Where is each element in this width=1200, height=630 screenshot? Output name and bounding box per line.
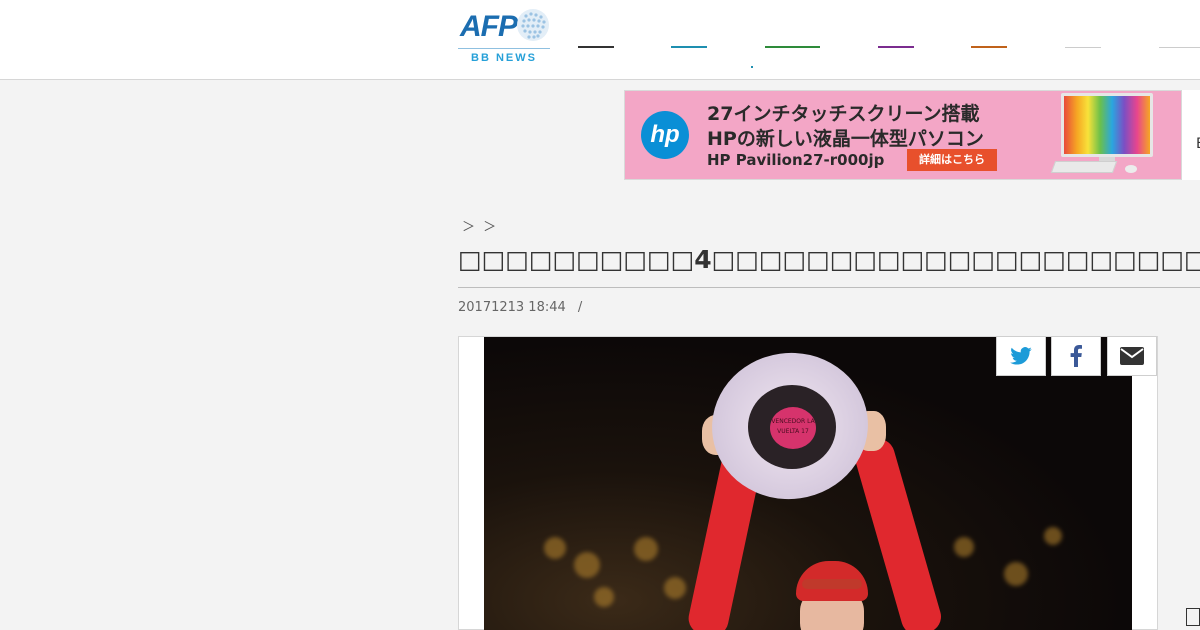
article-date: 20171213 18:44 [458,300,566,315]
nav-item-3-underline [765,46,820,48]
nav-item-2-underline [671,46,707,48]
article-photo[interactable]: VENCEDOR LA VUELTA 17 [484,337,1132,630]
facebook-icon [1070,345,1082,367]
keyboard-image [1050,161,1118,173]
logo-bbnews-text: BB NEWS [471,52,537,64]
monitor-image [1061,93,1153,157]
nav-item-5-underline [971,46,1007,48]
nav-item-4-underline [878,46,914,48]
mouse-image [1125,165,1137,173]
rider-sunglasses [802,579,862,589]
site-header: AFP BB NEWS [0,0,1200,80]
meta-separator: / [577,300,583,315]
nav-item-1[interactable] [578,30,614,60]
nav-item-7-underline [1159,47,1200,48]
missing-glyph-box [1186,608,1200,626]
ad-model: HP Pavilion27-r000jp [707,151,885,169]
logo-divider [458,48,550,49]
bokeh-light [954,537,974,557]
nav-item-4[interactable] [878,30,914,60]
ad-headline-2: HPの新しい液晶一体型パソコン [707,128,984,150]
site-logo[interactable]: AFP BB NEWS [458,8,552,66]
bokeh-light [1044,527,1062,545]
share-mail-button[interactable] [1107,336,1157,376]
ad-side-text: E [1196,136,1200,152]
bokeh-light [1004,562,1028,586]
trophy-label: VENCEDOR LA VUELTA 17 [770,407,816,449]
share-facebook-button[interactable] [1051,336,1101,376]
nav-indicator-dot [751,66,753,68]
breadcrumb[interactable]: ＞ ＞ [462,216,498,235]
ad-headline-1: 27インチタッチスクリーン搭載 [707,103,980,125]
mail-icon [1120,347,1144,365]
logo-afp-text: AFP [460,10,518,43]
bokeh-light [594,587,614,607]
bokeh-light [544,537,566,559]
ad-side-panel: E [1182,90,1200,180]
nav-item-7[interactable] [1159,30,1200,60]
ad-banner[interactable]: hp 27インチタッチスクリーン搭載 HPの新しい液晶一体型パソコン HP Pa… [624,90,1182,180]
article-meta: 20171213 18:44 / [458,300,582,315]
nav-item-1-underline [578,46,614,48]
bokeh-light [574,552,600,578]
article-title: □□□□□□□□□□4□□□□□□□□□□□□□□□□□□□□□□□ [458,242,1200,288]
globe-icon [517,9,549,41]
rider-right-arm [851,435,945,630]
bokeh-light [664,577,686,599]
nav-item-2[interactable] [671,30,707,60]
hp-logo-icon: hp [641,111,689,159]
share-twitter-button[interactable] [996,336,1046,376]
nav-item-6[interactable] [1065,30,1101,60]
bokeh-light [634,537,658,561]
nav-item-5[interactable] [971,30,1007,60]
nav-item-6-underline [1065,47,1101,48]
nav-item-3[interactable] [765,30,820,60]
twitter-icon [1010,347,1032,365]
ad-cta-button[interactable]: 詳細はこちら [907,149,997,171]
